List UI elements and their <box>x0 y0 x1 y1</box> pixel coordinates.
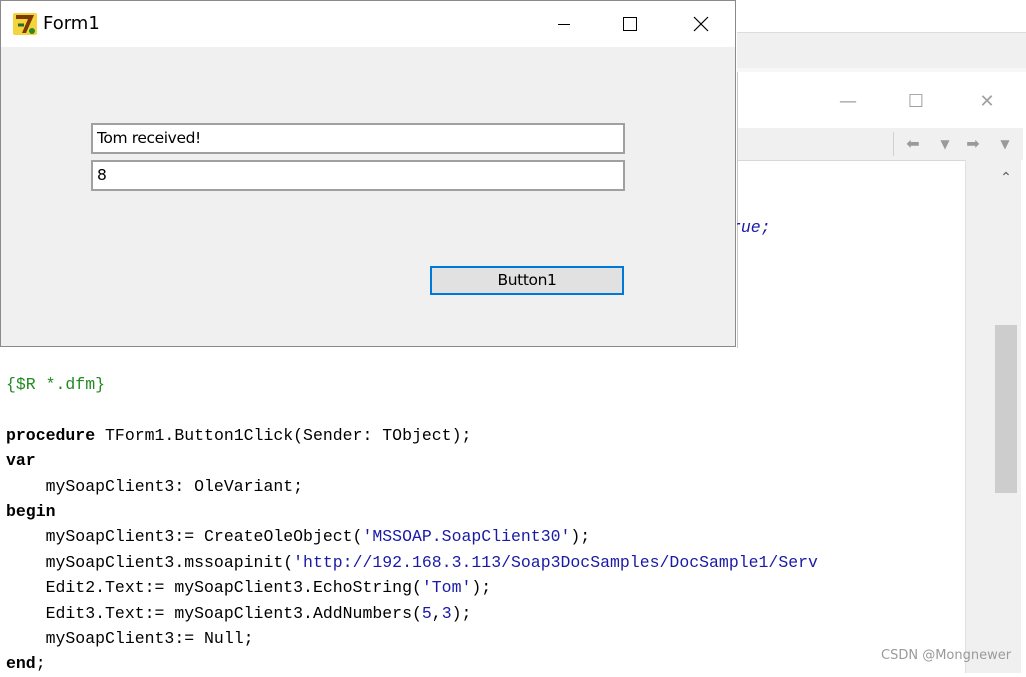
code-line[interactable]: Edit3.Text:= mySoapClient3.AddNumbers(5,… <box>6 601 818 626</box>
code-text[interactable]: {$R *.dfm} procedure TForm1.Button1Click(… <box>6 372 818 677</box>
code-token: mySoapClient3: OleVariant; <box>6 476 304 496</box>
toolbar-separator <box>893 132 894 156</box>
form1-titlebar[interactable]: Form1 <box>1 1 735 47</box>
code-token: var <box>6 451 36 471</box>
code-token: 'MSSOAP.SoapClient30' <box>362 527 571 547</box>
back-dropdown-icon[interactable]: ▼ <box>934 132 956 156</box>
forward-dropdown-icon[interactable]: ▼ <box>994 132 1016 156</box>
code-line[interactable]: {$R *.dfm} <box>6 372 818 397</box>
editor-nav-toolbar: ⬅ ▼ ➡ ▼ <box>738 128 1023 161</box>
code-token: ); <box>570 527 591 547</box>
code-token: mySoapClient3.mssoapinit( <box>6 552 294 572</box>
code-token: 3 <box>441 603 452 623</box>
code-token: 'Tom' <box>421 578 472 598</box>
code-line[interactable]: procedure TForm1.Button1Click(Sender: TO… <box>6 423 818 448</box>
scroll-thumb[interactable] <box>995 325 1017 493</box>
maximize-icon[interactable] <box>607 10 653 38</box>
code-token: procedure <box>6 425 96 445</box>
code-token: Edit2.Text:= mySoapClient3.EchoString( <box>6 578 422 598</box>
forward-arrow-icon[interactable]: ➡ <box>962 132 984 156</box>
code-line[interactable]: mySoapClient3:= Null; <box>6 626 818 651</box>
delphi-app-icon <box>13 13 37 35</box>
close-icon[interactable] <box>678 10 724 38</box>
editor-close-icon[interactable]: ✕ <box>969 88 1005 116</box>
code-fragment-top: rue; <box>737 218 965 248</box>
code-fragment-text: rue; <box>737 218 771 237</box>
minimize-icon[interactable] <box>541 10 587 38</box>
code-token: TForm1.Button1Click(Sender: TObject); <box>95 425 472 445</box>
code-token: end <box>6 654 36 674</box>
code-token: ); <box>471 578 492 598</box>
form1-title: Form1 <box>43 13 100 34</box>
code-line[interactable]: mySoapClient3: OleVariant; <box>6 474 818 499</box>
code-line[interactable]: mySoapClient3:= CreateOleObject('MSSOAP.… <box>6 524 818 549</box>
editor-minimize-icon[interactable]: — <box>830 88 866 116</box>
code-token: Edit3.Text:= mySoapClient3.AddNumbers( <box>6 603 422 623</box>
form1-window: Form1 Tom received! 8 Button1 <box>0 0 736 347</box>
code-token: ; <box>35 654 46 674</box>
right-edge <box>1021 160 1026 673</box>
code-token: 'http://192.168.3.113/Soap3DocSamples/Do… <box>293 552 818 572</box>
code-token: mySoapClient3:= Null; <box>6 628 254 648</box>
code-line[interactable]: Edit2.Text:= mySoapClient3.EchoString('T… <box>6 575 818 600</box>
code-token: 5 <box>421 603 432 623</box>
code-line[interactable]: var <box>6 448 818 473</box>
code-editor[interactable]: {$R *.dfm} procedure TForm1.Button1Click(… <box>0 348 992 673</box>
edit2-field[interactable]: Tom received! <box>91 123 625 154</box>
code-line[interactable]: mySoapClient3.mssoapinit('http://192.168… <box>6 550 818 575</box>
scroll-up-icon[interactable]: ⌃ <box>996 168 1016 188</box>
code-token: , <box>431 603 442 623</box>
code-editor-titlebar: — ☐ ✕ <box>738 72 1023 128</box>
editor-vertical-scrollbar[interactable]: ⌃ <box>965 160 1022 673</box>
back-arrow-icon[interactable]: ⬅ <box>902 132 924 156</box>
code-token: {$R *.dfm} <box>6 375 106 394</box>
code-token: mySoapClient3:= CreateOleObject( <box>6 527 363 547</box>
ide-menu-band <box>737 32 1026 69</box>
edit3-field[interactable]: 8 <box>91 160 625 191</box>
code-token: ); <box>451 603 472 623</box>
watermark-text: CSDN @Mongnewer <box>881 648 1012 663</box>
code-token: begin <box>6 501 56 521</box>
code-line[interactable] <box>6 397 818 422</box>
editor-maximize-icon[interactable]: ☐ <box>898 88 934 116</box>
code-line[interactable]: begin <box>6 499 818 524</box>
button1[interactable]: Button1 <box>430 266 624 295</box>
